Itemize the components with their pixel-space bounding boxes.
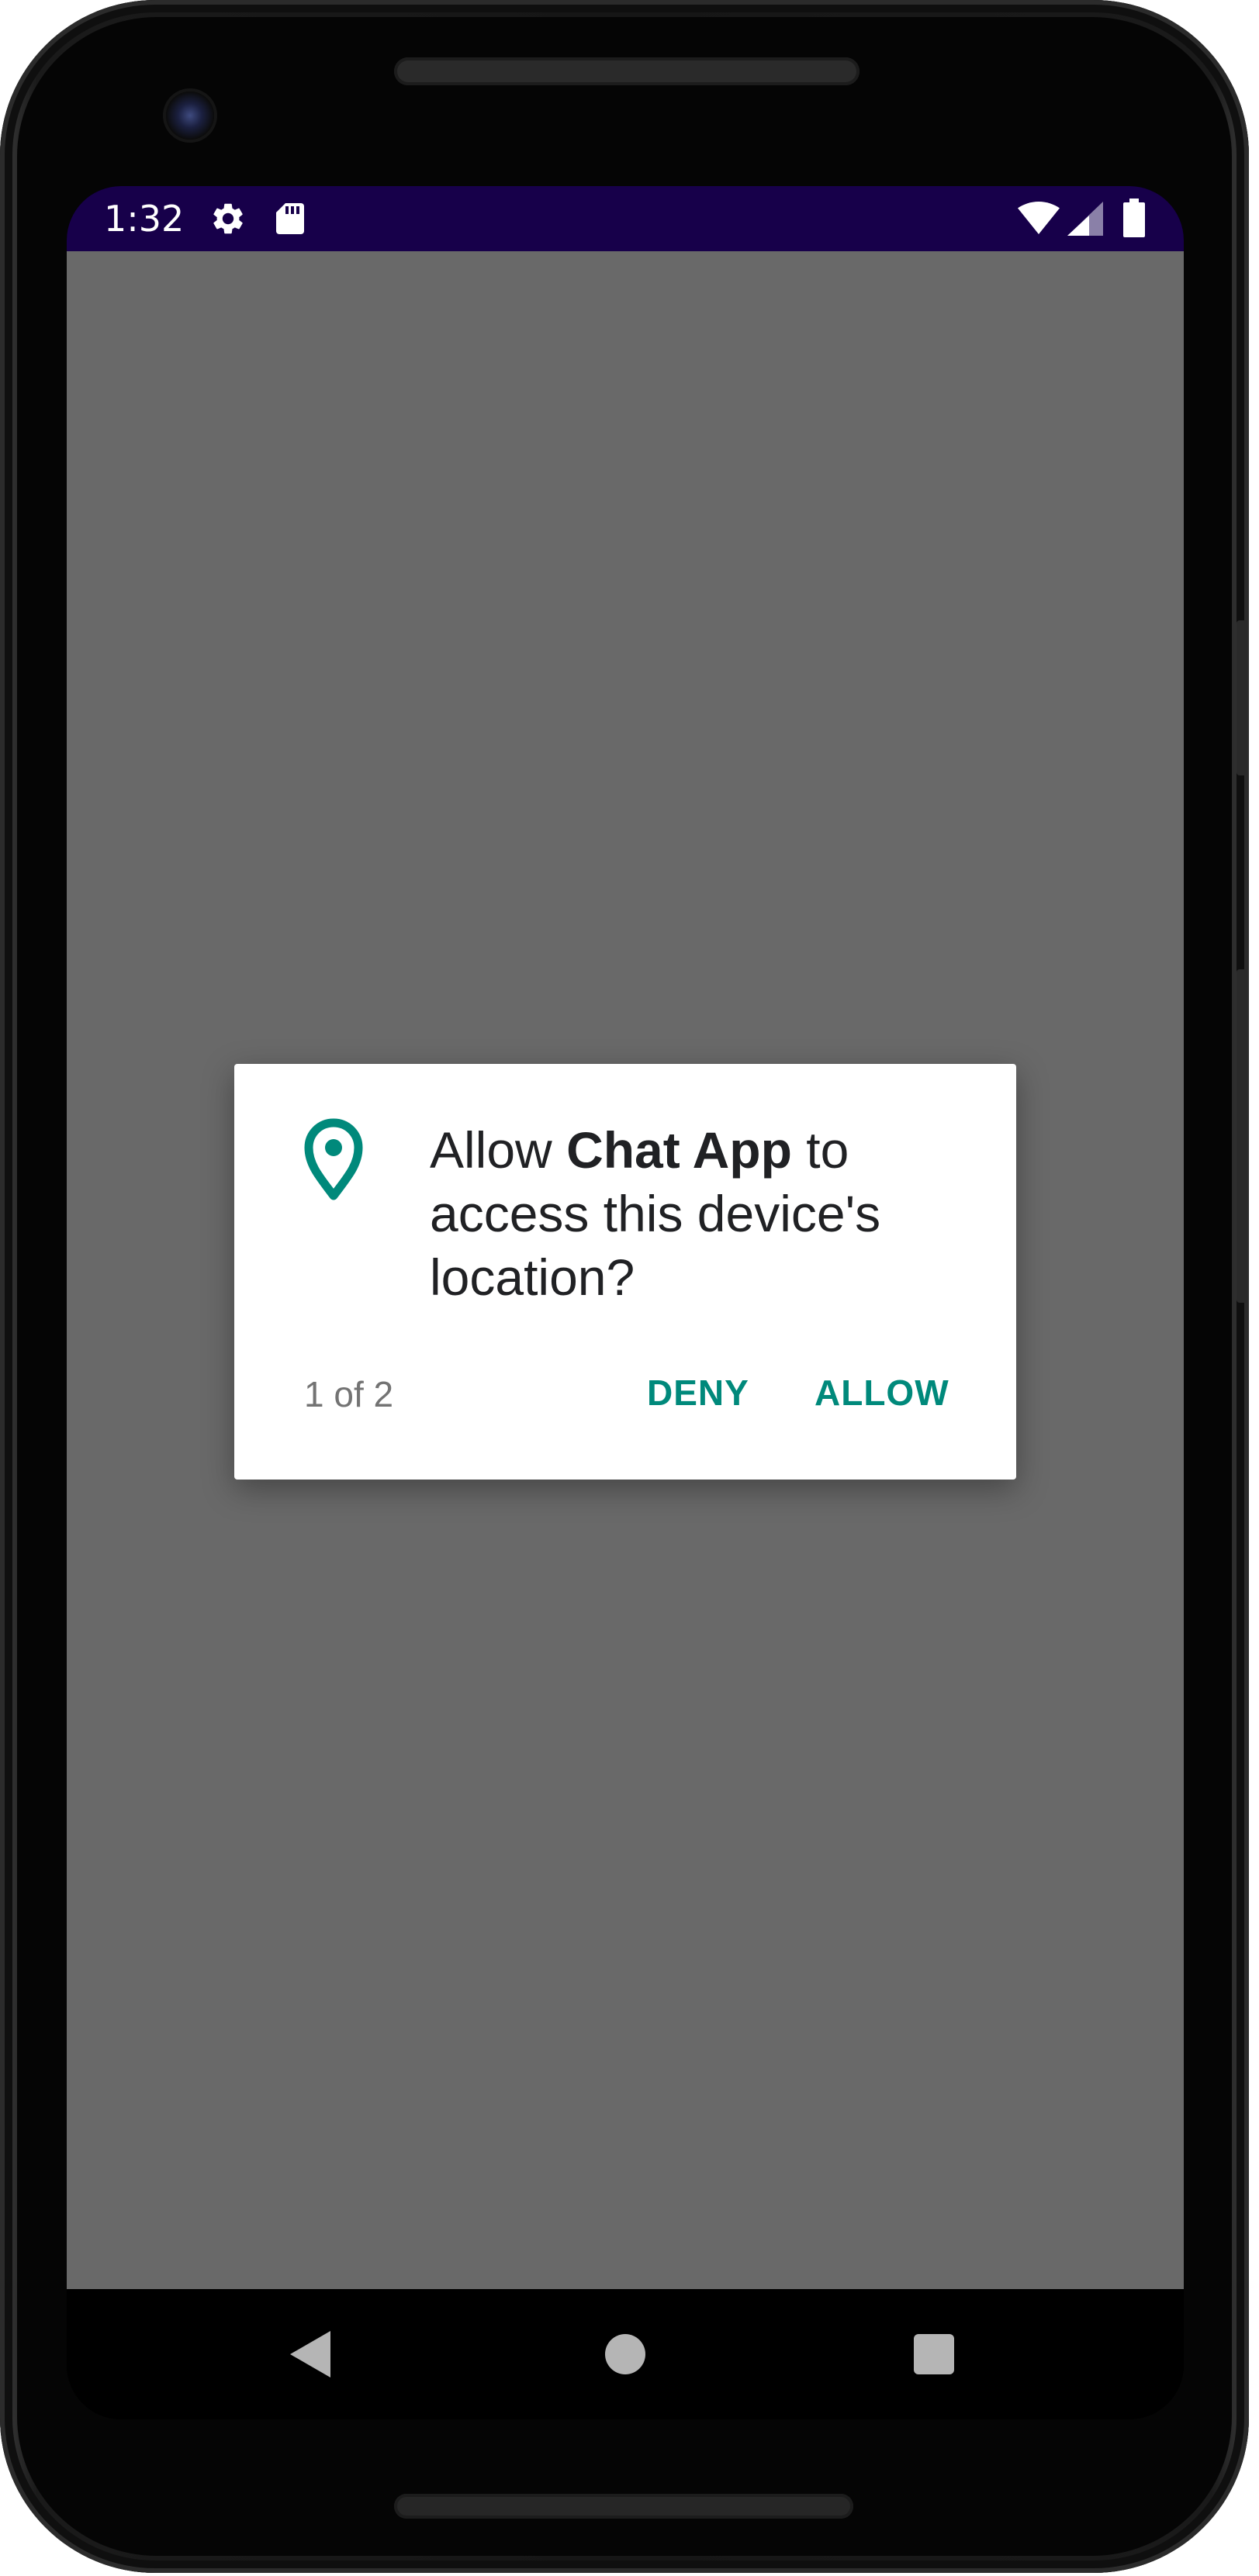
navigation-bar: [67, 2289, 1184, 2419]
wifi-icon: [1018, 202, 1060, 240]
allow-button[interactable]: ALLOW: [815, 1371, 949, 1414]
status-bar: 1:32: [67, 186, 1184, 251]
deny-button[interactable]: DENY: [647, 1371, 749, 1414]
location-pin-icon: [304, 1118, 363, 1204]
message-prefix: Allow: [430, 1121, 567, 1179]
recents-icon[interactable]: [901, 2322, 967, 2387]
permission-dialog: Allow Chat App to access this device's l…: [234, 1064, 1016, 1480]
dialog-message: Allow Chat App to access this device's l…: [430, 1118, 973, 1309]
cell-signal-icon: [1067, 202, 1103, 240]
back-icon[interactable]: [279, 2322, 344, 2387]
app-name: Chat App: [566, 1121, 792, 1179]
phone-frame: 1:32 Allow Chat App to access this devic…: [0, 0, 1249, 2573]
front-camera: [166, 92, 214, 140]
sd-card-icon: [273, 200, 307, 241]
status-time: 1:32: [104, 198, 185, 240]
earpiece-speaker: [394, 57, 860, 85]
dialog-counter: 1 of 2: [304, 1374, 394, 1414]
bottom-speaker: [394, 2494, 853, 2519]
home-icon[interactable]: [593, 2322, 658, 2387]
battery-icon: [1123, 199, 1145, 241]
volume-button: [1237, 969, 1247, 1303]
gear-icon: [209, 200, 247, 241]
power-button: [1237, 620, 1247, 775]
